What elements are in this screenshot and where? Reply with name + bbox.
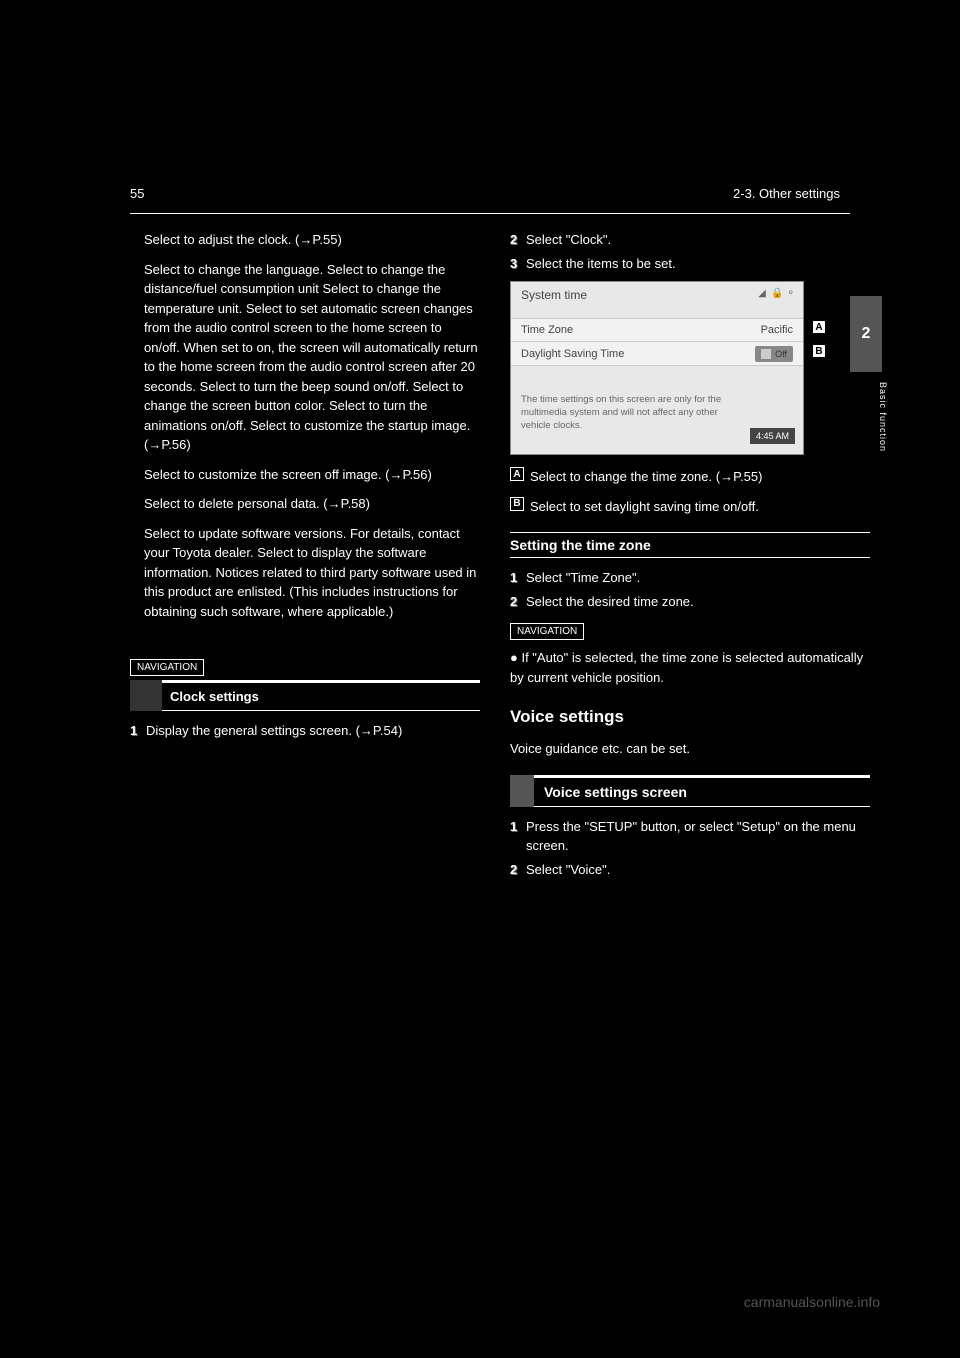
auto-timezone-note: If "Auto" is selected, the time zone is … bbox=[510, 650, 863, 685]
clock-settings-nav-box: NAVIGATION Clock settings bbox=[130, 657, 480, 711]
voice-step-number-1: 1 bbox=[510, 817, 526, 856]
software-info-text: Select to update software versions. For … bbox=[144, 526, 476, 619]
navigation-badge-2: NAVIGATION bbox=[510, 623, 584, 640]
ss-status-icons: ◢ 🔒 ⚬ bbox=[758, 288, 795, 299]
step-number-3: 3 bbox=[510, 254, 526, 274]
nav-box-accent bbox=[130, 680, 162, 711]
ss-dst-row: Daylight Saving Time Off bbox=[511, 342, 803, 366]
clock-settings-title: Clock settings bbox=[162, 680, 480, 711]
tz-step1-text: Select "Time Zone". bbox=[526, 568, 870, 588]
ss-note-text: The time settings on this screen are onl… bbox=[521, 394, 738, 432]
left-column: Select to adjust the clock. (→P.55) Sele… bbox=[130, 230, 490, 883]
callout-a-label: A bbox=[510, 467, 524, 481]
callout-a-ref: (→P.55) bbox=[716, 469, 763, 484]
header-divider bbox=[130, 213, 850, 214]
step3-text: Select the items to be set. bbox=[526, 254, 870, 274]
voice-settings-heading: Voice settings bbox=[510, 707, 870, 727]
voice-step2-text: Select "Voice". bbox=[526, 860, 870, 880]
ss-timezone-value: Pacific bbox=[761, 324, 793, 336]
callout-a-text: Select to change the time zone. bbox=[530, 469, 712, 484]
voice-bar-title: Voice settings screen bbox=[534, 775, 870, 807]
voice-intro-text: Voice guidance etc. can be set. bbox=[510, 739, 870, 759]
step-number-2: 2 bbox=[510, 230, 526, 250]
chapter-tab-label: Basic function bbox=[868, 382, 888, 452]
ss-clock-time: 4:45 AM bbox=[750, 428, 795, 444]
section-header: 2-3. Other settings bbox=[733, 186, 840, 201]
callout-b-label: B bbox=[510, 497, 524, 511]
tz-step2-text: Select the desired time zone. bbox=[526, 592, 870, 612]
page-number: 55 bbox=[130, 186, 144, 201]
delete-data-ref: (→P.58) bbox=[323, 496, 370, 511]
screen-off-text: Select to customize the screen off image… bbox=[144, 467, 382, 482]
voice-step-number-2: 2 bbox=[510, 860, 526, 880]
callout-b-marker: B bbox=[812, 344, 826, 358]
ss-dst-label: Daylight Saving Time bbox=[521, 348, 624, 360]
chapter-tab: 2 bbox=[850, 296, 882, 372]
voice-settings-bar: Voice settings screen bbox=[510, 775, 870, 807]
setting-timezone-header: Setting the time zone bbox=[510, 532, 870, 558]
right-column: 2 Select "Clock". 3 Select the items to … bbox=[510, 230, 870, 883]
step-number-1: 1 bbox=[130, 721, 146, 741]
startup-image-ref: (→P.56) bbox=[144, 437, 191, 452]
watermark: carmanualsonline.info bbox=[744, 1294, 880, 1310]
voice-step1-text: Press the "SETUP" button, or select "Set… bbox=[526, 817, 870, 856]
step1-text: Display the general settings screen. bbox=[146, 723, 352, 738]
tz-step-number-2: 2 bbox=[510, 592, 526, 612]
screen-off-ref: (→P.56) bbox=[385, 467, 432, 482]
step2-text: Select "Clock". bbox=[526, 230, 870, 250]
ss-title: System time bbox=[521, 288, 587, 302]
clock-setting-text: Select to adjust the clock. bbox=[144, 232, 291, 247]
callout-a-marker: A bbox=[812, 320, 826, 334]
voice-bar-accent bbox=[510, 775, 534, 807]
step1-ref: (→P.54) bbox=[356, 723, 403, 738]
ss-timezone-row: Time Zone Pacific bbox=[511, 318, 803, 342]
navigation-badge: NAVIGATION bbox=[130, 659, 204, 676]
ss-timezone-label: Time Zone bbox=[521, 324, 573, 336]
tz-step-number-1: 1 bbox=[510, 568, 526, 588]
settings-list-text: Select to change the language. Select to… bbox=[144, 262, 478, 433]
chapter-number: 2 bbox=[862, 325, 871, 343]
clock-setting-ref: (→P.55) bbox=[295, 232, 342, 247]
ss-dst-toggle: Off bbox=[755, 346, 793, 362]
system-time-screenshot: System time ◢ 🔒 ⚬ Time Zone Pacific Dayl… bbox=[510, 281, 804, 455]
callout-b-text: Select to set daylight saving time on/of… bbox=[530, 497, 759, 517]
delete-data-text: Select to delete personal data. bbox=[144, 496, 320, 511]
